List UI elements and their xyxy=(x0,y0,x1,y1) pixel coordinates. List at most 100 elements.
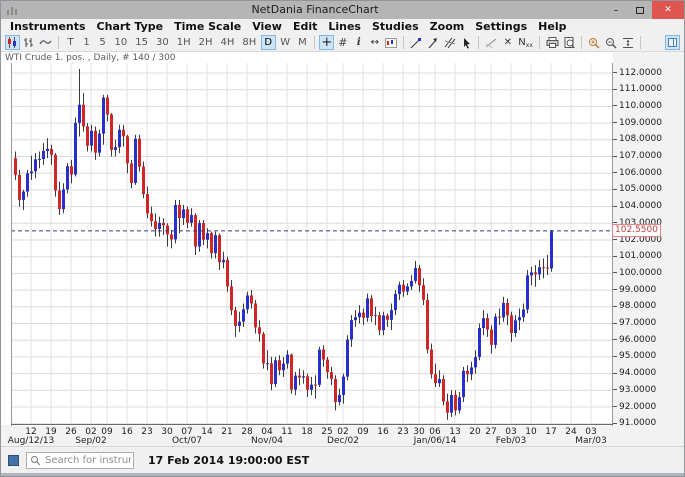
timeframe-8h[interactable]: 8H xyxy=(239,35,260,50)
chart-snapshot-icon xyxy=(385,37,398,48)
candle-up xyxy=(406,286,409,292)
timeframe-10m[interactable]: 10 xyxy=(111,35,131,50)
zoom-out-button[interactable] xyxy=(603,35,619,50)
maximize-button[interactable] xyxy=(628,1,652,19)
timeframe-1h[interactable]: 1H xyxy=(173,35,194,50)
candlestick-icon xyxy=(8,37,16,48)
timeframe-weekly[interactable]: W xyxy=(277,35,294,50)
y-axis-label: 98.0000 xyxy=(613,301,656,311)
search-input[interactable] xyxy=(26,451,134,469)
crosshair-button[interactable]: + xyxy=(319,35,335,50)
candle-up xyxy=(286,354,289,364)
toolbar-separator xyxy=(639,36,641,49)
text-annotation-button[interactable]: Nxx xyxy=(516,35,535,50)
trend-arrow-tool-button[interactable] xyxy=(425,35,441,50)
info-button[interactable]: i xyxy=(351,35,366,50)
candle-down xyxy=(122,129,125,137)
pointer-tool-button[interactable] xyxy=(459,35,474,50)
expand-horizontal-button[interactable]: ↔ xyxy=(367,35,382,50)
delete-all-icon: ✕ xyxy=(503,37,512,48)
candle-down xyxy=(306,376,309,390)
candle-up xyxy=(30,171,33,174)
candle-up xyxy=(394,293,397,311)
candlestick-chart-button[interactable] xyxy=(5,35,20,50)
menu-item-lines[interactable]: Lines xyxy=(328,20,361,33)
fit-vertical-button[interactable] xyxy=(620,35,636,50)
close-button[interactable]: ✕ xyxy=(652,1,684,19)
candle-up xyxy=(294,375,297,390)
timeframe-daily[interactable]: D xyxy=(260,35,276,50)
menu-item-instruments[interactable]: Instruments xyxy=(10,20,86,33)
toolbar-separator xyxy=(314,36,316,49)
remove-line-button[interactable] xyxy=(483,35,499,50)
menu-item-edit[interactable]: Edit xyxy=(293,20,317,33)
x-axis-label: 16 xyxy=(377,427,389,437)
candle-down xyxy=(322,349,325,360)
candle-down xyxy=(506,302,509,316)
candle-up xyxy=(478,328,481,358)
candle-up xyxy=(222,259,225,263)
timeframe-30m[interactable]: 30 xyxy=(152,35,172,50)
x-axis-month-label: Dec/02 xyxy=(327,436,359,446)
print-preview-icon xyxy=(564,36,575,48)
x-axis-label: 10 xyxy=(525,427,537,437)
side-panel-toggle-button[interactable] xyxy=(665,35,680,50)
timeframe-monthly[interactable]: M xyxy=(295,35,311,50)
timeframe-tick[interactable]: T xyxy=(63,35,78,50)
candle-down xyxy=(106,97,109,115)
candle-up xyxy=(242,309,245,322)
candle-down xyxy=(18,174,21,200)
chart-snapshot-button[interactable] xyxy=(383,35,399,50)
x-axis-label: 20 xyxy=(469,427,481,437)
grid-toggle-button[interactable]: # xyxy=(335,35,350,50)
delete-all-lines-button[interactable]: ✕ xyxy=(500,35,515,50)
menu-item-settings[interactable]: Settings xyxy=(475,20,527,33)
minimize-button[interactable]: – xyxy=(604,1,628,19)
candle-down xyxy=(50,148,53,155)
price-chart-plot[interactable] xyxy=(11,63,613,426)
y-axis-label: 110.0000 xyxy=(613,101,662,111)
menu-item-help[interactable]: Help xyxy=(538,20,566,33)
timeframe-2h[interactable]: 2H xyxy=(195,35,216,50)
print-button[interactable] xyxy=(544,35,561,50)
y-axis-label: 104.0000 xyxy=(613,201,662,211)
candle-up xyxy=(470,367,473,375)
menu-item-time-scale[interactable]: Time Scale xyxy=(174,20,241,33)
candle-up xyxy=(338,394,341,402)
candle-up xyxy=(78,104,81,123)
candle-down xyxy=(418,268,421,286)
menu-item-chart-type[interactable]: Chart Type xyxy=(97,20,164,33)
instrument-list-icon[interactable] xyxy=(8,454,19,466)
candle-down xyxy=(546,267,549,269)
candle-up xyxy=(118,129,121,148)
timeframe-1m[interactable]: 1 xyxy=(79,35,94,50)
menu-item-studies[interactable]: Studies xyxy=(372,20,419,33)
line-chart-button[interactable] xyxy=(37,35,54,50)
candle-up xyxy=(90,130,93,146)
timeframe-4h[interactable]: 4H xyxy=(217,35,238,50)
candle-down xyxy=(94,130,97,153)
candle-up xyxy=(206,233,209,240)
candle-down xyxy=(430,349,433,375)
parallel-lines-tool-button[interactable] xyxy=(442,35,458,50)
print-preview-button[interactable] xyxy=(562,35,577,50)
ohlc-bars-button[interactable] xyxy=(21,35,36,50)
zoom-in-button[interactable] xyxy=(586,35,602,50)
candle-up xyxy=(26,173,29,192)
toolbar-separator xyxy=(538,36,540,49)
timeframe-5m[interactable]: 5 xyxy=(95,35,110,50)
timeframe-15m[interactable]: 15 xyxy=(132,35,152,50)
info-icon: i xyxy=(356,37,361,48)
maximize-icon xyxy=(636,6,644,14)
timestamp: 17 Feb 2014 19:00:00 EST xyxy=(148,453,310,467)
candle-down xyxy=(442,379,445,402)
y-axis-label: 96.0000 xyxy=(613,335,656,345)
crosshair-icon: + xyxy=(321,35,333,50)
candle-up xyxy=(134,138,137,183)
menu-item-zoom[interactable]: Zoom xyxy=(430,20,465,33)
trendline-tool-button[interactable] xyxy=(408,35,424,50)
status-bar: 17 Feb 2014 19:00:00 EST xyxy=(1,446,684,473)
x-axis-label: 16 xyxy=(121,427,133,437)
menu-item-view[interactable]: View xyxy=(252,20,282,33)
candle-down xyxy=(234,310,237,326)
